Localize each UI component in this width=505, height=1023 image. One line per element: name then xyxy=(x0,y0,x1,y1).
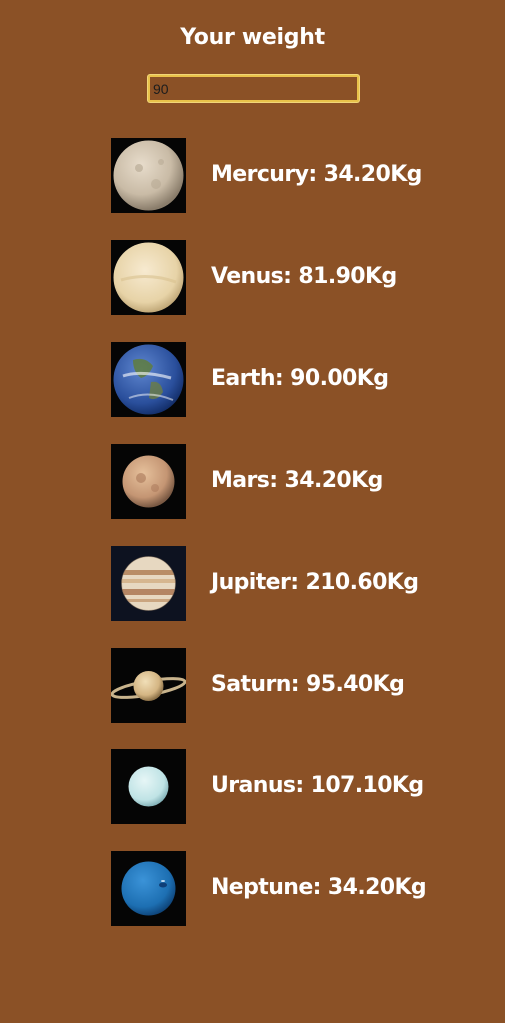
saturn-icon xyxy=(111,648,186,723)
planet-row-venus: Venus: 81.90Kg xyxy=(0,240,505,315)
jupiter-icon xyxy=(111,546,186,621)
planet-row-mars: Mars: 34.20Kg xyxy=(0,444,505,519)
weight-input[interactable] xyxy=(148,75,359,102)
planet-weight-label: Mercury: 34.20Kg xyxy=(211,162,422,187)
planet-row-mercury: Mercury: 34.20Kg xyxy=(0,138,505,213)
planet-row-jupiter: Jupiter: 210.60Kg xyxy=(0,546,505,621)
earth-icon xyxy=(111,342,186,417)
neptune-icon xyxy=(111,851,186,926)
planet-weight-label: Saturn: 95.40Kg xyxy=(211,672,405,697)
mercury-icon xyxy=(111,138,186,213)
planet-weight-label: Venus: 81.90Kg xyxy=(211,264,397,289)
weight-calculator-page: Your weight Mercury: 34.20Kg xyxy=(0,0,505,1023)
planet-weight-label: Uranus: 107.10Kg xyxy=(211,773,424,798)
page-title: Your weight xyxy=(180,25,325,50)
venus-icon xyxy=(111,240,186,315)
mars-icon xyxy=(111,444,186,519)
uranus-icon xyxy=(111,749,186,824)
planet-weight-label: Neptune: 34.20Kg xyxy=(211,875,427,900)
planet-row-earth: Earth: 90.00Kg xyxy=(0,342,505,417)
planet-weight-label: Earth: 90.00Kg xyxy=(211,366,389,391)
planet-row-saturn: Saturn: 95.40Kg xyxy=(0,648,505,723)
planet-weight-label: Mars: 34.20Kg xyxy=(211,468,383,493)
planet-row-neptune: Neptune: 34.20Kg xyxy=(0,851,505,926)
planet-weight-label: Jupiter: 210.60Kg xyxy=(211,570,419,595)
planet-row-uranus: Uranus: 107.10Kg xyxy=(0,749,505,824)
